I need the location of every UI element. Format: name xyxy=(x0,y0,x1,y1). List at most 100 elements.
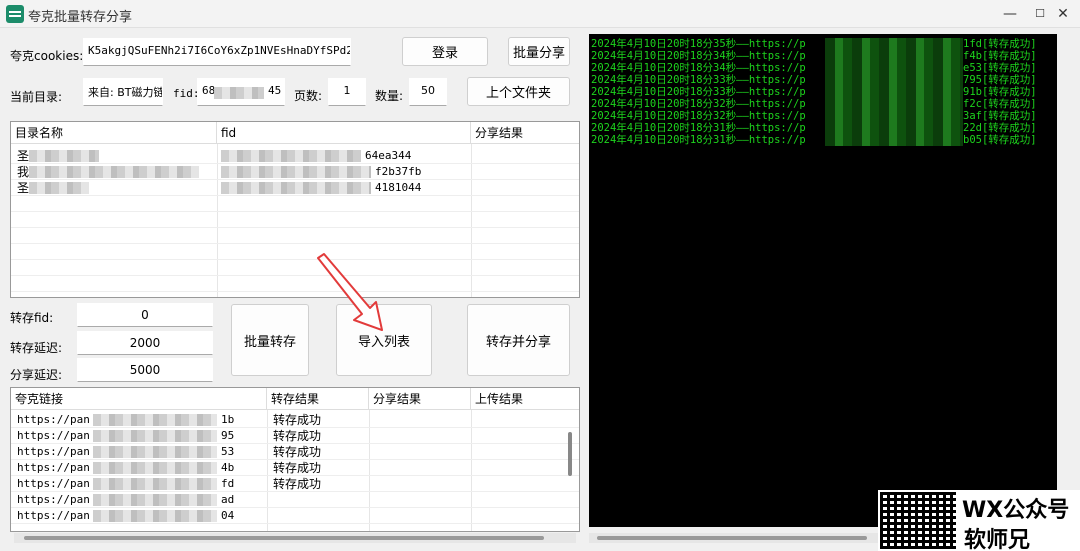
redaction xyxy=(825,38,963,50)
redaction xyxy=(825,110,963,122)
link-tail: 4b xyxy=(221,461,235,474)
table-row[interactable]: 我 f2b37fb xyxy=(11,164,579,180)
table-row[interactable]: https://pan 53 转存成功 xyxy=(11,444,579,460)
batch-save-button[interactable]: 批量转存 xyxy=(231,304,309,376)
redaction xyxy=(29,166,199,178)
share-delay-label: 分享延迟: xyxy=(10,368,63,382)
table-row xyxy=(11,196,579,212)
column-header[interactable]: 转存结果 xyxy=(267,388,369,410)
save-result: 转存成功 xyxy=(273,445,322,459)
link-tail: 95 xyxy=(221,429,235,442)
vertical-scrollbar-thumb[interactable] xyxy=(568,432,572,476)
count-input[interactable]: 50 xyxy=(409,78,447,106)
table-row xyxy=(11,260,579,276)
close-button[interactable]: ✕ xyxy=(1040,0,1080,28)
table-row[interactable]: https://pan 04 xyxy=(11,508,579,524)
dir-fid: 64ea344 xyxy=(365,149,412,162)
directory-table[interactable]: 目录名称 fid 分享结果 圣 64ea344 我 f2b37fb 圣 4181… xyxy=(10,121,580,298)
log-line: 2024年4月10日20时18分34秒——https://p e53[转存成功] xyxy=(591,62,1037,74)
cookies-label: 夸克cookies: xyxy=(10,49,84,63)
cookies-input[interactable]: K5akgjQSuFENh2i7I6CoY6xZp1NVEsHnaDYfSPd2… xyxy=(83,38,351,66)
current-dir-input[interactable]: 来自: BT磁力链 xyxy=(83,78,163,106)
log-tail: 91b[转存成功] xyxy=(963,86,1037,98)
horizontal-scrollbar[interactable] xyxy=(14,533,576,543)
login-button[interactable]: 登录 xyxy=(402,37,488,66)
save-fid-input[interactable]: 0 xyxy=(77,303,213,327)
link-tail: 04 xyxy=(221,509,235,522)
save-result xyxy=(269,492,273,508)
fid-label: fid: xyxy=(173,87,200,100)
log-text: 2024年4月10日20时18分34秒——https://p xyxy=(591,50,806,62)
fid-input[interactable]: 68 45 xyxy=(197,78,285,106)
log-console[interactable]: 2024年4月10日20时18分35秒——https://p 1fd[转存成功]… xyxy=(589,34,1057,527)
save-result: 转存成功 xyxy=(273,413,322,427)
table-row[interactable]: https://pan fd 转存成功 xyxy=(11,476,579,492)
batch-share-button[interactable]: 批量分享 xyxy=(508,37,570,66)
log-tail: 3af[转存成功] xyxy=(963,110,1037,122)
save-result: 转存成功 xyxy=(273,429,322,443)
redaction xyxy=(825,86,963,98)
link-tail: 1b xyxy=(221,413,235,426)
table-header: 目录名称 fid 分享结果 xyxy=(11,122,579,144)
log-line: 2024年4月10日20时18分33秒——https://p 795[转存成功] xyxy=(591,74,1037,86)
save-fid-label: 转存fid: xyxy=(10,311,54,325)
dir-name: 圣 xyxy=(17,149,30,163)
console-horizontal-scrollbar[interactable] xyxy=(589,533,879,543)
log-text: 2024年4月10日20时18分33秒——https://p xyxy=(591,74,806,86)
redaction xyxy=(93,430,217,442)
redaction xyxy=(825,98,963,110)
dir-name: 圣 xyxy=(17,181,30,195)
link-table[interactable]: 夸克链接 转存结果 分享结果 上传结果 https://pan 1b 转存成功 … xyxy=(10,387,580,532)
link-cell: https://pan xyxy=(17,493,90,506)
watermark: WX公众号 软师兄 xyxy=(878,490,1080,551)
redaction xyxy=(93,446,217,458)
scrollbar-thumb[interactable] xyxy=(597,536,867,540)
redaction xyxy=(221,182,371,194)
scrollbar-thumb[interactable] xyxy=(24,536,544,540)
link-cell: https://pan xyxy=(17,477,90,490)
share-delay-input[interactable]: 5000 xyxy=(77,358,213,382)
log-line: 2024年4月10日20时18分31秒——https://p 22d[转存成功] xyxy=(591,122,1037,134)
table-row[interactable]: https://pan 1b 转存成功 xyxy=(11,412,579,428)
table-row[interactable]: https://pan 95 转存成功 xyxy=(11,428,579,444)
save-delay-label: 转存延迟: xyxy=(10,341,63,355)
log-tail: 22d[转存成功] xyxy=(963,122,1037,134)
column-header[interactable]: 分享结果 xyxy=(471,122,579,144)
redaction xyxy=(825,50,963,62)
redaction xyxy=(221,166,371,178)
log-line: 2024年4月10日20时18分32秒——https://p 3af[转存成功] xyxy=(591,110,1037,122)
redaction xyxy=(93,478,217,490)
table-header: 夸克链接 转存结果 分享结果 上传结果 xyxy=(11,388,579,410)
column-header[interactable]: fid xyxy=(217,122,471,144)
parent-folder-button[interactable]: 上个文件夹 xyxy=(467,77,570,106)
log-text: 2024年4月10日20时18分32秒——https://p xyxy=(591,110,806,122)
redaction xyxy=(93,510,217,522)
save-delay-input[interactable]: 2000 xyxy=(77,331,213,355)
log-text: 2024年4月10日20时18分34秒——https://p xyxy=(591,62,806,74)
link-tail: ad xyxy=(221,493,235,506)
redaction xyxy=(825,122,963,134)
save-result: 转存成功 xyxy=(273,477,322,491)
column-header[interactable]: 分享结果 xyxy=(369,388,471,410)
page-label: 页数: xyxy=(294,89,323,103)
table-row[interactable]: https://pan ad xyxy=(11,492,579,508)
column-header[interactable]: 目录名称 xyxy=(11,122,217,144)
table-row xyxy=(11,244,579,260)
page-input[interactable]: 1 xyxy=(328,78,366,106)
log-tail: f2c[转存成功] xyxy=(963,98,1037,110)
log-line: 2024年4月10日20时18分31秒——https://p b05[转存成功] xyxy=(591,134,1037,146)
table-row[interactable]: 圣 64ea344 xyxy=(11,148,579,164)
log-tail: 795[转存成功] xyxy=(963,74,1037,86)
link-tail: fd xyxy=(221,477,235,490)
save-and-share-button[interactable]: 转存并分享 xyxy=(467,304,570,376)
table-row[interactable]: 圣 4181044 xyxy=(11,180,579,196)
column-header[interactable]: 上传结果 xyxy=(471,388,571,410)
log-line: 2024年4月10日20时18分33秒——https://p 91b[转存成功] xyxy=(591,86,1037,98)
qr-code-icon xyxy=(880,492,956,549)
log-text: 2024年4月10日20时18分32秒——https://p xyxy=(591,98,806,110)
column-header[interactable]: 夸克链接 xyxy=(11,388,267,410)
log-tail: f4b[转存成功] xyxy=(963,50,1037,62)
table-row[interactable]: https://pan 4b 转存成功 xyxy=(11,460,579,476)
link-cell: https://pan xyxy=(17,461,90,474)
watermark-line1: WX公众号 xyxy=(962,498,1070,523)
